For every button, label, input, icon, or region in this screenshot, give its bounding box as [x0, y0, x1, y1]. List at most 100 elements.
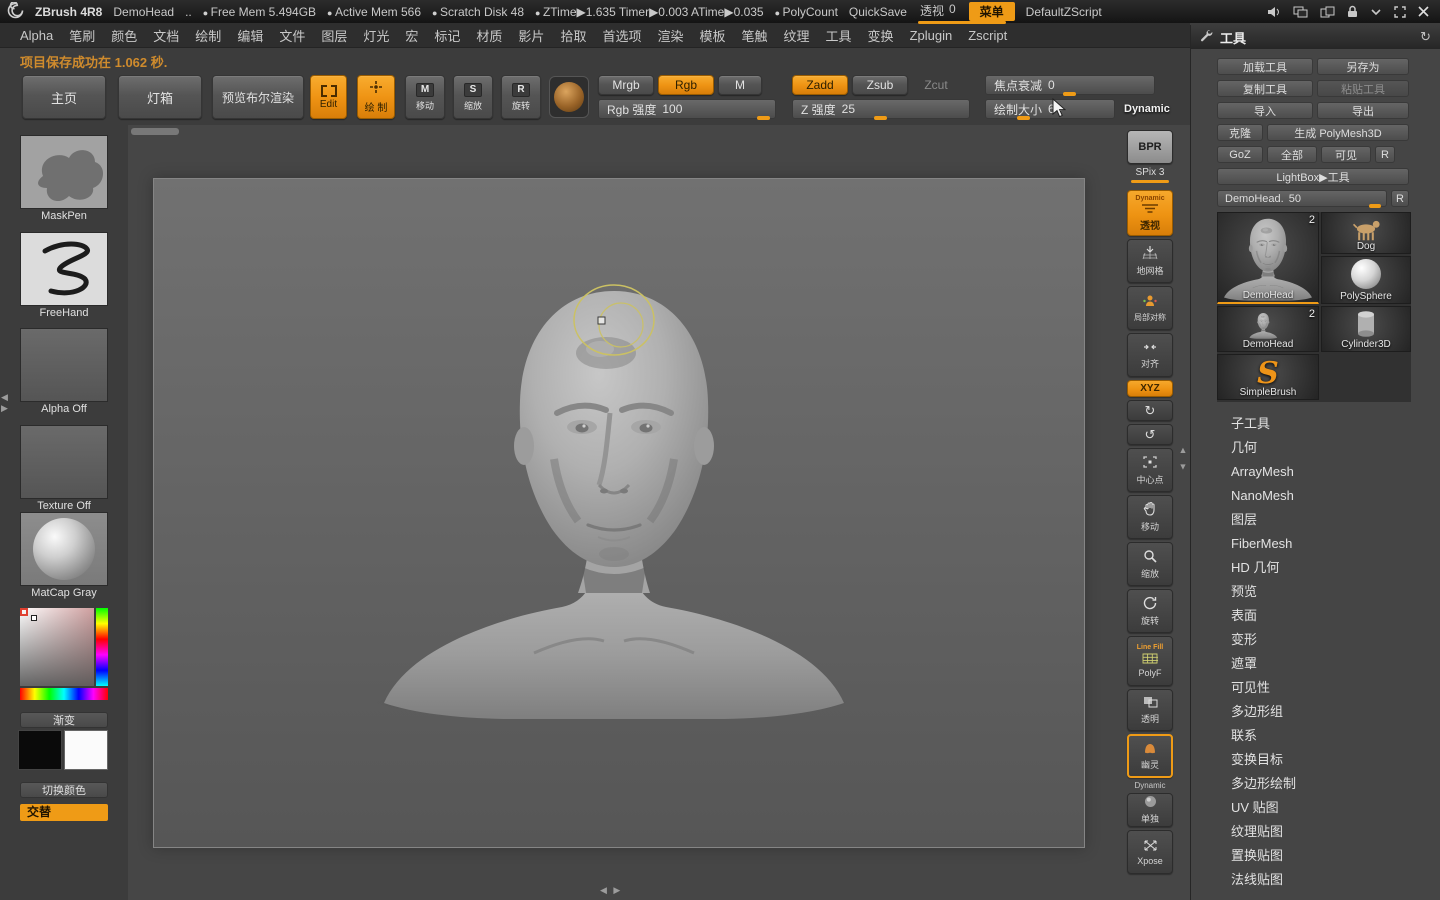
current-material-slot[interactable]	[549, 76, 589, 118]
menu-item-Alpha[interactable]: Alpha	[12, 28, 61, 43]
rgb-intensity-handle[interactable]	[757, 116, 770, 120]
subpalette-多边形组[interactable]: 多边形组	[1217, 700, 1440, 724]
left-divider-handle[interactable]: ◀▶	[1, 392, 10, 414]
load-tool-button[interactable]: 加载工具	[1217, 58, 1313, 75]
home-button[interactable]: 主页	[22, 75, 106, 119]
menu-item-笔触[interactable]: 笔触	[734, 26, 776, 45]
menu-item-Zscript[interactable]: Zscript	[960, 28, 1015, 43]
tray-divider-handle[interactable]	[131, 128, 179, 135]
menu-item-文件[interactable]: 文件	[271, 26, 313, 45]
secondary-color-swatch[interactable]	[64, 730, 108, 770]
spix-slider-bar[interactable]	[1131, 180, 1169, 183]
move-button[interactable]: M 移动	[405, 75, 445, 119]
menu-item-颜色[interactable]: 颜色	[103, 26, 145, 45]
subpalette-多边形绘制[interactable]: 多边形绘制	[1217, 772, 1440, 796]
zoom-button[interactable]: 缩放	[1127, 542, 1173, 586]
lightbox-tool-button[interactable]: LightBox▶工具	[1217, 168, 1409, 185]
speaker-icon[interactable]	[1267, 6, 1281, 18]
make-polymesh3d-button[interactable]: 生成 PolyMesh3D	[1267, 124, 1409, 141]
preview-boolean-button[interactable]: 预览布尔渲染	[212, 75, 304, 119]
frame-button[interactable]: 对齐	[1127, 333, 1173, 377]
rgb-button[interactable]: Rgb	[658, 75, 714, 95]
subpalette-子工具[interactable]: 子工具	[1217, 412, 1440, 436]
transparency-button[interactable]: 透明	[1127, 689, 1173, 731]
local-symmetry-button[interactable]: 局部对称	[1127, 286, 1173, 330]
floor-button[interactable]: 地网格	[1127, 239, 1173, 283]
brush-selector[interactable]	[20, 135, 108, 209]
alternate-button[interactable]: 交替	[20, 804, 108, 821]
texture-selector[interactable]	[20, 425, 108, 499]
xyz-button[interactable]: XYZ	[1127, 380, 1173, 397]
active-tool-handle[interactable]	[1369, 204, 1381, 208]
bpr-button[interactable]: BPR	[1127, 130, 1173, 164]
subpalette-遮罩[interactable]: 遮罩	[1217, 652, 1440, 676]
color-picker[interactable]	[20, 608, 108, 700]
tool-palette-header[interactable]: 工具 ↻	[1191, 25, 1440, 49]
spix-slider[interactable]: SPix 3	[1127, 167, 1173, 187]
menu-item-宏[interactable]: 宏	[397, 26, 426, 45]
export-button[interactable]: 导出	[1317, 102, 1409, 119]
subpalette-联系[interactable]: 联系	[1217, 724, 1440, 748]
rotate-view-button[interactable]: 旋转	[1127, 589, 1173, 633]
lock-icon[interactable]	[1347, 5, 1358, 18]
window-switch-icon[interactable]	[1320, 6, 1335, 18]
tool-thumb-dog[interactable]: Dog	[1321, 212, 1411, 254]
perspective-slider[interactable]: 透视 0	[918, 0, 958, 24]
draw-button[interactable]: 绘 制	[357, 75, 395, 119]
chevron-down-icon[interactable]	[1370, 8, 1382, 16]
scale-button[interactable]: S 缩放	[453, 75, 493, 119]
menu-item-灯光[interactable]: 灯光	[355, 26, 397, 45]
zadd-button[interactable]: Zadd	[792, 75, 848, 95]
menu-item-变换[interactable]: 变换	[860, 26, 902, 45]
stroke-selector[interactable]	[20, 232, 108, 306]
rotate-cw-button[interactable]: ↻	[1127, 400, 1173, 421]
subpalette-法线贴图[interactable]: 法线贴图	[1217, 868, 1440, 892]
lightbox-button[interactable]: 灯箱	[118, 75, 202, 119]
hue-strip-horizontal[interactable]	[20, 688, 108, 700]
close-icon[interactable]	[1418, 6, 1429, 17]
menu-item-模板[interactable]: 模板	[691, 26, 733, 45]
goz-visible-button[interactable]: 可见	[1321, 146, 1371, 163]
subpalette-预览[interactable]: 预览	[1217, 580, 1440, 604]
tool-thumb-cylinder3d[interactable]: Cylinder3D	[1321, 306, 1411, 352]
menu-item-文档[interactable]: 文档	[145, 26, 187, 45]
m-button[interactable]: M	[718, 75, 762, 95]
perspective-button[interactable]: Dynamic 透视	[1127, 190, 1173, 236]
alpha-selector[interactable]	[20, 328, 108, 402]
subpalette-HD 几何[interactable]: HD 几何	[1217, 556, 1440, 580]
fullscreen-icon[interactable]	[1394, 6, 1406, 18]
z-intensity-slider[interactable]: Z 强度 25	[792, 99, 970, 119]
pivot-button[interactable]: 中心点	[1127, 448, 1173, 492]
menu-button[interactable]: 菜单	[969, 2, 1015, 21]
subpalette-FiberMesh[interactable]: FiberMesh	[1217, 532, 1440, 556]
switch-colors-button[interactable]: 切换颜色	[20, 782, 108, 798]
goz-all-button[interactable]: 全部	[1267, 146, 1317, 163]
rotate-ccw-button[interactable]: ↺	[1127, 424, 1173, 445]
menu-item-笔刷[interactable]: 笔刷	[61, 26, 103, 45]
menu-item-Zplugin[interactable]: Zplugin	[902, 28, 961, 43]
draw-size-handle[interactable]	[1017, 116, 1030, 120]
goz-r-button[interactable]: R	[1375, 146, 1395, 163]
subpalette-NanoMesh[interactable]: NanoMesh	[1217, 484, 1440, 508]
import-button[interactable]: 导入	[1217, 102, 1313, 119]
draw-size-slider[interactable]: 绘制大小 64	[985, 99, 1115, 119]
focal-shift-handle[interactable]	[1063, 92, 1076, 96]
zsub-button[interactable]: Zsub	[852, 75, 908, 95]
tool-thumb-simplebrush[interactable]: S SimpleBrush	[1217, 354, 1319, 400]
bottom-divider-handle[interactable]: ◀ ▶	[600, 885, 622, 896]
menu-item-首选项[interactable]: 首选项	[594, 26, 649, 45]
window-stack-icon[interactable]	[1293, 6, 1308, 18]
menu-item-工具[interactable]: 工具	[818, 26, 860, 45]
scroll-button[interactable]: 移动	[1127, 495, 1173, 539]
ghost-button[interactable]: 幽灵	[1127, 734, 1173, 778]
tool-thumb-polysphere[interactable]: PolySphere	[1321, 256, 1411, 304]
material-selector[interactable]	[20, 512, 108, 586]
rgb-intensity-slider[interactable]: Rgb 强度 100	[598, 99, 776, 119]
menu-item-拾取[interactable]: 拾取	[552, 26, 594, 45]
subpalette-UV 贴图[interactable]: UV 贴图	[1217, 796, 1440, 820]
menu-item-影片[interactable]: 影片	[510, 26, 552, 45]
quicksave-button[interactable]: QuickSave	[849, 5, 907, 19]
menu-item-编辑[interactable]: 编辑	[229, 26, 271, 45]
subpalette-变换目标[interactable]: 变换目标	[1217, 748, 1440, 772]
subpalette-ArrayMesh[interactable]: ArrayMesh	[1217, 460, 1440, 484]
